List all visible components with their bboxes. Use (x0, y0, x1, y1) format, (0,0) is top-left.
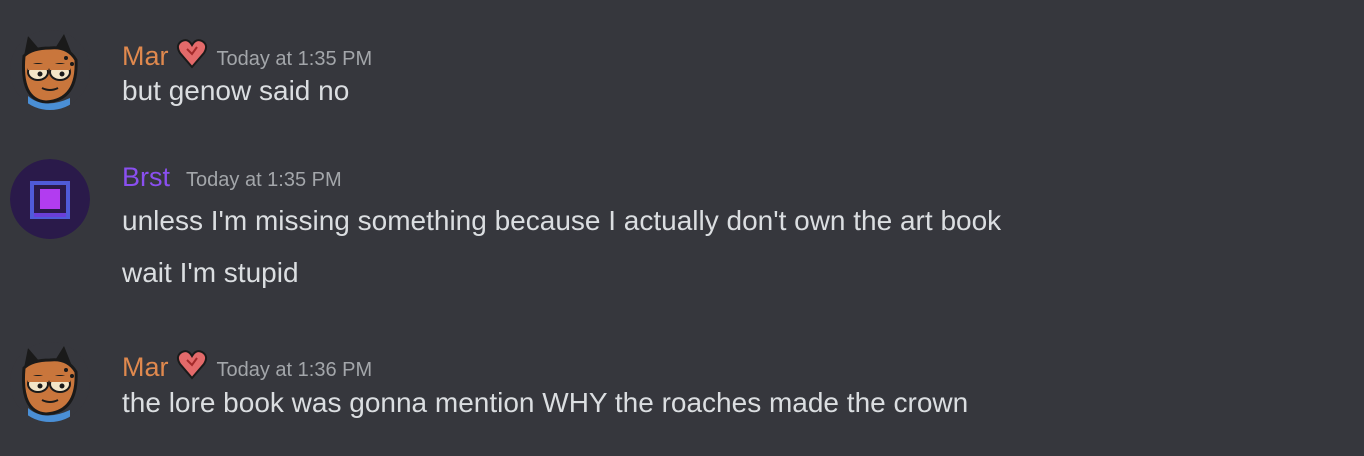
cockroach-cat-avatar-icon (10, 30, 90, 110)
message-header: Brst Today at 1:35 PM (122, 161, 342, 196)
message-text: the lore book was gonna mention WHY the … (122, 387, 969, 418)
timestamp[interactable]: Today at 1:35 PM (217, 43, 373, 75)
avatar[interactable] (10, 30, 90, 110)
username[interactable]: Mar (122, 40, 169, 72)
message-text: unless I'm missing something because I a… (122, 205, 1002, 236)
timestamp[interactable]: Today at 1:36 PM (217, 354, 373, 386)
avatar[interactable] (10, 342, 90, 422)
username[interactable]: Brst (122, 161, 170, 193)
message-text: wait I'm stupid (122, 257, 299, 288)
chat-messages: Mar Today at 1:35 PM but genow said no B… (0, 0, 1364, 456)
message-text: but genow said no (122, 75, 350, 106)
cockroach-cat-avatar-icon (10, 342, 90, 422)
timestamp[interactable]: Today at 1:35 PM (186, 164, 342, 196)
message-header: Mar Today at 1:36 PM (122, 342, 372, 386)
avatar[interactable] (10, 159, 90, 239)
username[interactable]: Mar (122, 351, 169, 383)
heart-icon[interactable] (175, 348, 209, 382)
heart-icon[interactable] (175, 37, 209, 71)
message-header: Mar Today at 1:35 PM (122, 31, 372, 75)
purple-square-avatar-icon (10, 159, 90, 239)
